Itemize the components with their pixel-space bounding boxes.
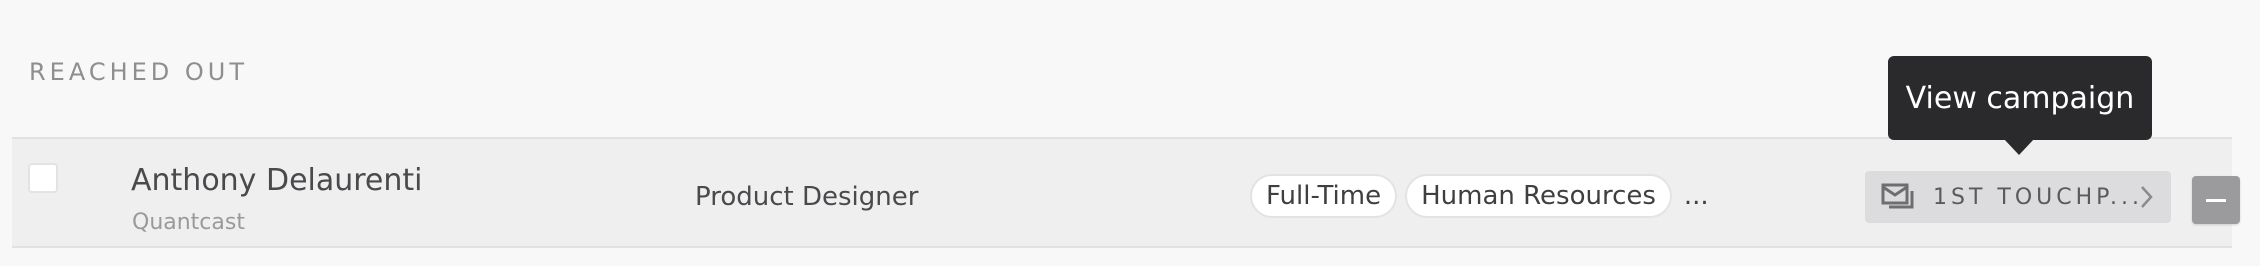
candidate-title: Product Designer [695,182,919,212]
row-checkbox[interactable] [28,163,58,193]
candidate-company: Quantcast [132,210,245,235]
campaign-tooltip: View campaign [1888,56,2152,140]
mail-stack-icon [1881,183,1915,211]
pipeline-page: REACHED OUT Anthony Delaurenti Quantcast… [0,0,2260,266]
minus-icon [2206,198,2226,202]
chevron-right-icon [2139,183,2155,211]
candidate-row[interactable]: Anthony Delaurenti Quantcast Product Des… [12,137,2240,248]
tag-list: Full-Time Human Resources ... [1250,172,1709,220]
campaign-button[interactable]: 1ST TOUCHP... [1865,171,2171,223]
remove-button[interactable] [2192,176,2240,224]
section-label: REACHED OUT [29,58,249,86]
tags-more[interactable]: ... [1684,181,1709,211]
tag-pill: Human Resources [1405,174,1672,218]
tooltip-arrow [2004,139,2034,155]
candidate-name[interactable]: Anthony Delaurenti [131,163,423,198]
tag-pill: Full-Time [1250,174,1398,218]
campaign-label: 1ST TOUCHP... [1933,184,2143,210]
